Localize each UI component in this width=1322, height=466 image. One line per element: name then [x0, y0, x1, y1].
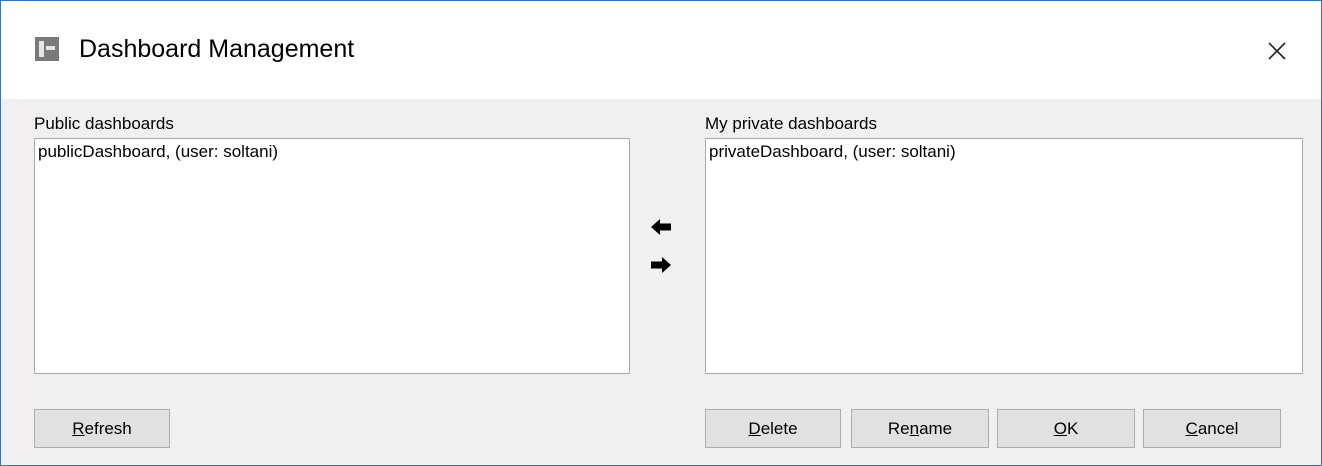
title-bar: Dashboard Management: [1, 1, 1321, 99]
arrow-right-icon[interactable]: [649, 255, 673, 275]
window-title: Dashboard Management: [79, 35, 355, 63]
button-label-post: ame: [919, 419, 953, 438]
button-label-post: K: [1066, 419, 1079, 438]
list-item[interactable]: publicDashboard, (user: soltani): [38, 141, 626, 163]
button-mnemonic: D: [748, 419, 761, 438]
button-label-post: elete: [760, 419, 798, 438]
button-mnemonic: O: [1053, 419, 1067, 438]
button-mnemonic: n: [909, 419, 920, 438]
button-label-post: efresh: [84, 419, 132, 438]
private-dashboards-label: My private dashboards: [705, 114, 877, 133]
public-dashboards-label: Public dashboards: [34, 114, 174, 133]
dashboard-management-dialog: Dashboard Management Public dashboards p…: [0, 0, 1322, 466]
button-label-post: ancel: [1197, 419, 1239, 438]
rename-button[interactable]: Rename: [851, 409, 989, 448]
button-mnemonic: C: [1185, 419, 1198, 438]
button-mnemonic: R: [72, 419, 85, 438]
close-icon[interactable]: [1257, 31, 1297, 71]
refresh-button[interactable]: Refresh: [34, 409, 170, 448]
delete-button[interactable]: Delete: [705, 409, 841, 448]
button-label-pre: Re: [887, 419, 910, 438]
private-dashboards-list[interactable]: privateDashboard, (user: soltani): [705, 138, 1303, 374]
public-dashboards-list[interactable]: publicDashboard, (user: soltani): [34, 138, 630, 374]
dashboard-app-icon: [35, 37, 59, 61]
cancel-button[interactable]: Cancel: [1143, 409, 1281, 448]
ok-button[interactable]: OK: [997, 409, 1135, 448]
arrow-left-icon[interactable]: [649, 217, 673, 237]
list-item[interactable]: privateDashboard, (user: soltani): [709, 141, 1299, 163]
